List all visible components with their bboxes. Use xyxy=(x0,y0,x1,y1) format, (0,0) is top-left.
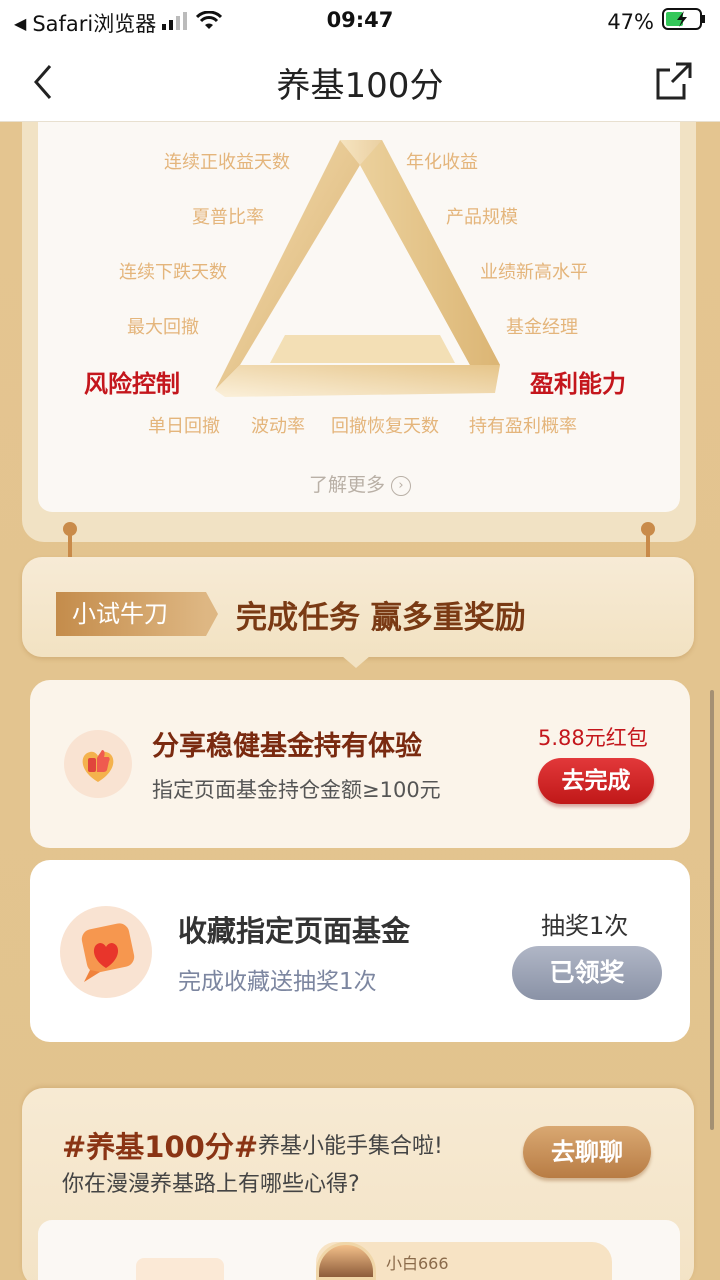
discussion-line2: 你在漫漫养基路上有哪些心得? xyxy=(62,1172,360,1197)
status-right: 47% xyxy=(607,8,706,35)
claimed-button[interactable]: 已领奖 xyxy=(512,946,662,1000)
battery-icon xyxy=(662,8,706,35)
placeholder-block xyxy=(136,1258,224,1280)
metric-label: 产品规模 xyxy=(446,207,518,228)
go-chat-button[interactable]: 去聊聊 xyxy=(523,1126,651,1178)
metric-label: 夏普比率 xyxy=(192,207,264,228)
hashtag: #养基100分# xyxy=(62,1130,259,1164)
metric-label: 连续正收益天数 xyxy=(164,152,290,173)
metric-label: 回撤恢复天数 xyxy=(331,416,439,437)
discussion-line1: 养基小能手集合啦! xyxy=(258,1134,443,1159)
metric-label: 单日回撤 xyxy=(148,416,220,437)
metric-label: 业绩新高水平 xyxy=(480,262,588,283)
metric-label: 波动率 xyxy=(251,416,305,437)
metric-label: 年化收益 xyxy=(406,152,478,173)
metric-label: 最大回撤 xyxy=(127,317,199,338)
metric-label: 持有盈利概率 xyxy=(469,416,577,437)
profit-ability-label: 盈利能力 xyxy=(530,370,626,398)
metric-label: 基金经理 xyxy=(506,317,578,338)
scrollbar[interactable] xyxy=(710,690,714,1130)
nav-bar: 养基100分 xyxy=(0,40,720,122)
battery-percent: 47% xyxy=(607,9,654,34)
task-reward: 抽奖1次 xyxy=(541,912,629,940)
go-complete-button[interactable]: 去完成 xyxy=(538,758,654,804)
thumbs-up-heart-icon xyxy=(64,730,132,798)
task-subtitle: 指定页面基金持仓金额≥100元 xyxy=(152,778,441,802)
status-bar: ◀ Safari浏览器 09:47 47% xyxy=(0,0,720,40)
learn-more-label: 了解更多 xyxy=(308,474,385,496)
share-icon[interactable] xyxy=(654,60,694,102)
task-reward: 5.88元红包 xyxy=(538,726,648,750)
task-tag: 小试牛刀 xyxy=(56,592,218,636)
chevron-right-circle-icon: › xyxy=(391,475,412,496)
task-title: 收藏指定页面基金 xyxy=(178,914,411,948)
learn-more-link[interactable]: 了解更多 › xyxy=(0,470,720,497)
user-name: 小白666 xyxy=(386,1254,449,1273)
penrose-triangle-image xyxy=(215,140,500,397)
page-title: 养基100分 xyxy=(276,66,444,106)
metric-label: 连续下跌天数 xyxy=(119,262,227,283)
task-title: 分享稳健基金持有体验 xyxy=(152,731,422,762)
header-notch xyxy=(342,656,370,668)
task-section-title: 完成任务 赢多重奖励 xyxy=(236,600,526,636)
heart-chat-icon xyxy=(60,906,152,998)
risk-control-label: 风险控制 xyxy=(84,370,180,398)
task-subtitle: 完成收藏送抽奖1次 xyxy=(178,969,377,995)
